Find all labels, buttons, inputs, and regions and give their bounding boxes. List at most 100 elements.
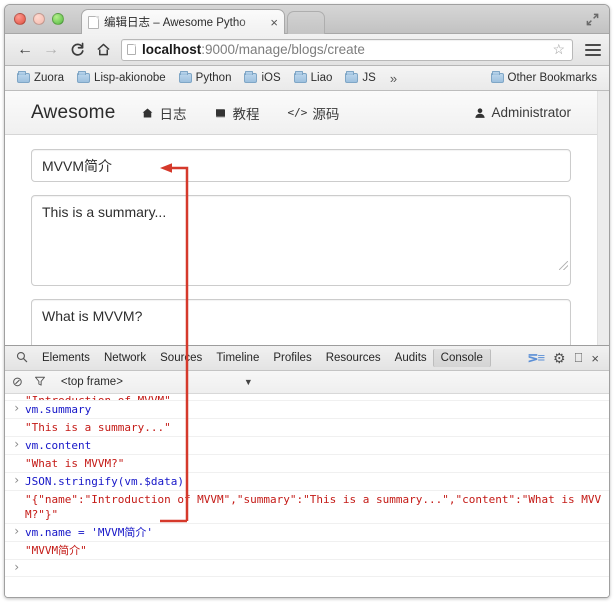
bookmark-label: Liao [311, 72, 333, 84]
browser-tab-title: 编辑日志 – Awesome Pytho [104, 14, 266, 30]
bookmark-label: Lisp-akionobe [94, 72, 166, 84]
bookmark-label: Zuora [34, 72, 64, 84]
bookmark-label: JS [362, 72, 375, 84]
nav-item-label: 教程 [232, 103, 259, 123]
settings-gear-icon[interactable]: ⚙ [553, 350, 566, 367]
console-line: "Introduction of MVVM" [5, 394, 609, 401]
address-bar-url: localhost:9000/manage/blogs/create [142, 42, 365, 57]
folder-icon [77, 73, 90, 83]
clear-console-icon[interactable]: ⊘ [12, 374, 23, 390]
bookmark-item[interactable]: Zuora [12, 71, 69, 85]
nav-item-blogs[interactable]: 日志 [141, 103, 186, 123]
new-tab-button[interactable] [287, 11, 325, 34]
other-bookmarks-button[interactable]: Other Bookmarks [486, 71, 602, 85]
url-path: :9000/manage/blogs/create [201, 42, 365, 57]
browser-tab[interactable]: 编辑日志 – Awesome Pytho × [81, 9, 285, 34]
bookmark-item[interactable]: iOS [239, 71, 285, 85]
other-bookmarks-label: Other Bookmarks [508, 72, 597, 84]
folder-icon [345, 73, 358, 83]
funnel-glyph [34, 375, 46, 387]
devtools-tab-sources[interactable]: Sources [153, 349, 209, 367]
bookmark-label: iOS [261, 72, 280, 84]
forward-button[interactable]: → [39, 38, 63, 62]
address-bar[interactable]: localhost:9000/manage/blogs/create ☆ [121, 39, 573, 61]
screenshot-root: 编辑日志 – Awesome Pytho × ← → [0, 0, 614, 602]
close-window-button[interactable] [14, 13, 26, 25]
site-brand[interactable]: Awesome [31, 102, 115, 124]
home-icon [96, 42, 111, 57]
console-line: "What is MVVM?" [5, 455, 609, 473]
devtools-panel: Elements Network Sources Timeline Profil… [5, 345, 609, 598]
console-filter-bar: ⊘ <top frame> ▼ [5, 371, 609, 394]
console-line: JSON.stringify(vm.$data) [5, 473, 609, 491]
page-right-margin [597, 91, 609, 345]
nav-item-tutorials[interactable]: 教程 [214, 103, 259, 123]
nav-item-source[interactable]: </> 源码 [287, 103, 339, 123]
blog-title-input[interactable] [31, 149, 571, 182]
tab-close-icon[interactable]: × [266, 16, 278, 29]
summary-wrapper: This is a summary... [31, 195, 571, 286]
close-icon[interactable]: × [591, 351, 599, 366]
folder-icon [17, 73, 30, 83]
bookmark-label: Python [196, 72, 232, 84]
browser-tabstrip: 编辑日志 – Awesome Pytho × [5, 5, 609, 34]
devtools-tab-timeline[interactable]: Timeline [209, 349, 266, 367]
execution-context-selector[interactable]: <top frame> [61, 376, 123, 388]
browser-window: 编辑日志 – Awesome Pytho × ← → [4, 4, 610, 598]
devtools-tab-console[interactable]: Console [433, 349, 491, 367]
code-icon: </> [287, 106, 307, 119]
folder-icon [244, 73, 257, 83]
devtools-tab-profiles[interactable]: Profiles [266, 349, 318, 367]
bookmark-item[interactable]: Liao [289, 71, 338, 85]
zoom-window-button[interactable] [52, 13, 64, 25]
url-host: localhost [142, 42, 201, 57]
drawer-toggle-icon[interactable]: ⋝≡ [528, 350, 544, 366]
console-line: vm.name = 'MVVM简介' [5, 524, 609, 542]
bookmark-item[interactable]: Lisp-akionobe [72, 71, 171, 85]
console-prompt[interactable] [5, 560, 609, 577]
maximize-window-icon[interactable] [586, 13, 599, 26]
bookmark-item[interactable]: JS [340, 71, 380, 85]
console-output[interactable]: "Introduction of MVVM" vm.summary "This … [5, 394, 609, 598]
home-icon [141, 107, 154, 119]
blog-create-form: This is a summary... What is MVVM? [5, 135, 597, 345]
devtools-tab-resources[interactable]: Resources [319, 349, 388, 367]
browser-menu-button[interactable] [581, 44, 601, 56]
console-line: vm.summary [5, 401, 609, 419]
console-line: "{"name":"Introduction of MVVM","summary… [5, 491, 609, 524]
devtools-tab-network[interactable]: Network [97, 349, 153, 367]
folder-icon [179, 73, 192, 83]
filter-funnel-icon[interactable] [34, 375, 46, 390]
page-viewport: Awesome 日志 教程 </> 源码 [5, 91, 609, 345]
browser-toolbar: ← → localhost:9000/manage/blogs/create ☆ [5, 34, 609, 66]
console-line: "This is a summary..." [5, 419, 609, 437]
nav-item-label: 日志 [159, 103, 186, 123]
book-icon [214, 107, 227, 119]
devtools-tab-audits[interactable]: Audits [388, 349, 434, 367]
reload-button[interactable] [65, 38, 89, 62]
blog-content-textarea[interactable]: What is MVVM? [31, 299, 571, 345]
bookmark-item[interactable]: Python [174, 71, 237, 85]
bookmark-star-icon[interactable]: ☆ [550, 41, 567, 58]
devtools-toolbar: Elements Network Sources Timeline Profil… [5, 346, 609, 371]
folder-icon [491, 73, 504, 83]
minimize-window-button[interactable] [33, 13, 45, 25]
user-menu[interactable]: Administrator [474, 105, 571, 120]
window-controls [14, 13, 64, 25]
devtools-tab-elements[interactable]: Elements [35, 349, 97, 367]
reload-icon [70, 42, 85, 57]
chevron-down-icon[interactable]: ▼ [244, 377, 253, 387]
user-menu-label: Administrator [491, 105, 571, 120]
blog-summary-textarea[interactable]: This is a summary... [31, 195, 571, 286]
dock-window-icon[interactable]: ⎕ [575, 350, 583, 366]
folder-icon [294, 73, 307, 83]
nav-item-label: 源码 [312, 103, 339, 123]
search-icon[interactable] [9, 351, 35, 366]
bookmarks-overflow-button[interactable]: » [384, 71, 403, 86]
user-icon [474, 107, 486, 119]
site-navbar: Awesome 日志 教程 </> 源码 [5, 91, 597, 135]
home-button[interactable] [91, 38, 115, 62]
page-info-icon [127, 44, 136, 55]
back-button[interactable]: ← [13, 38, 37, 62]
search-glyph [16, 351, 28, 363]
